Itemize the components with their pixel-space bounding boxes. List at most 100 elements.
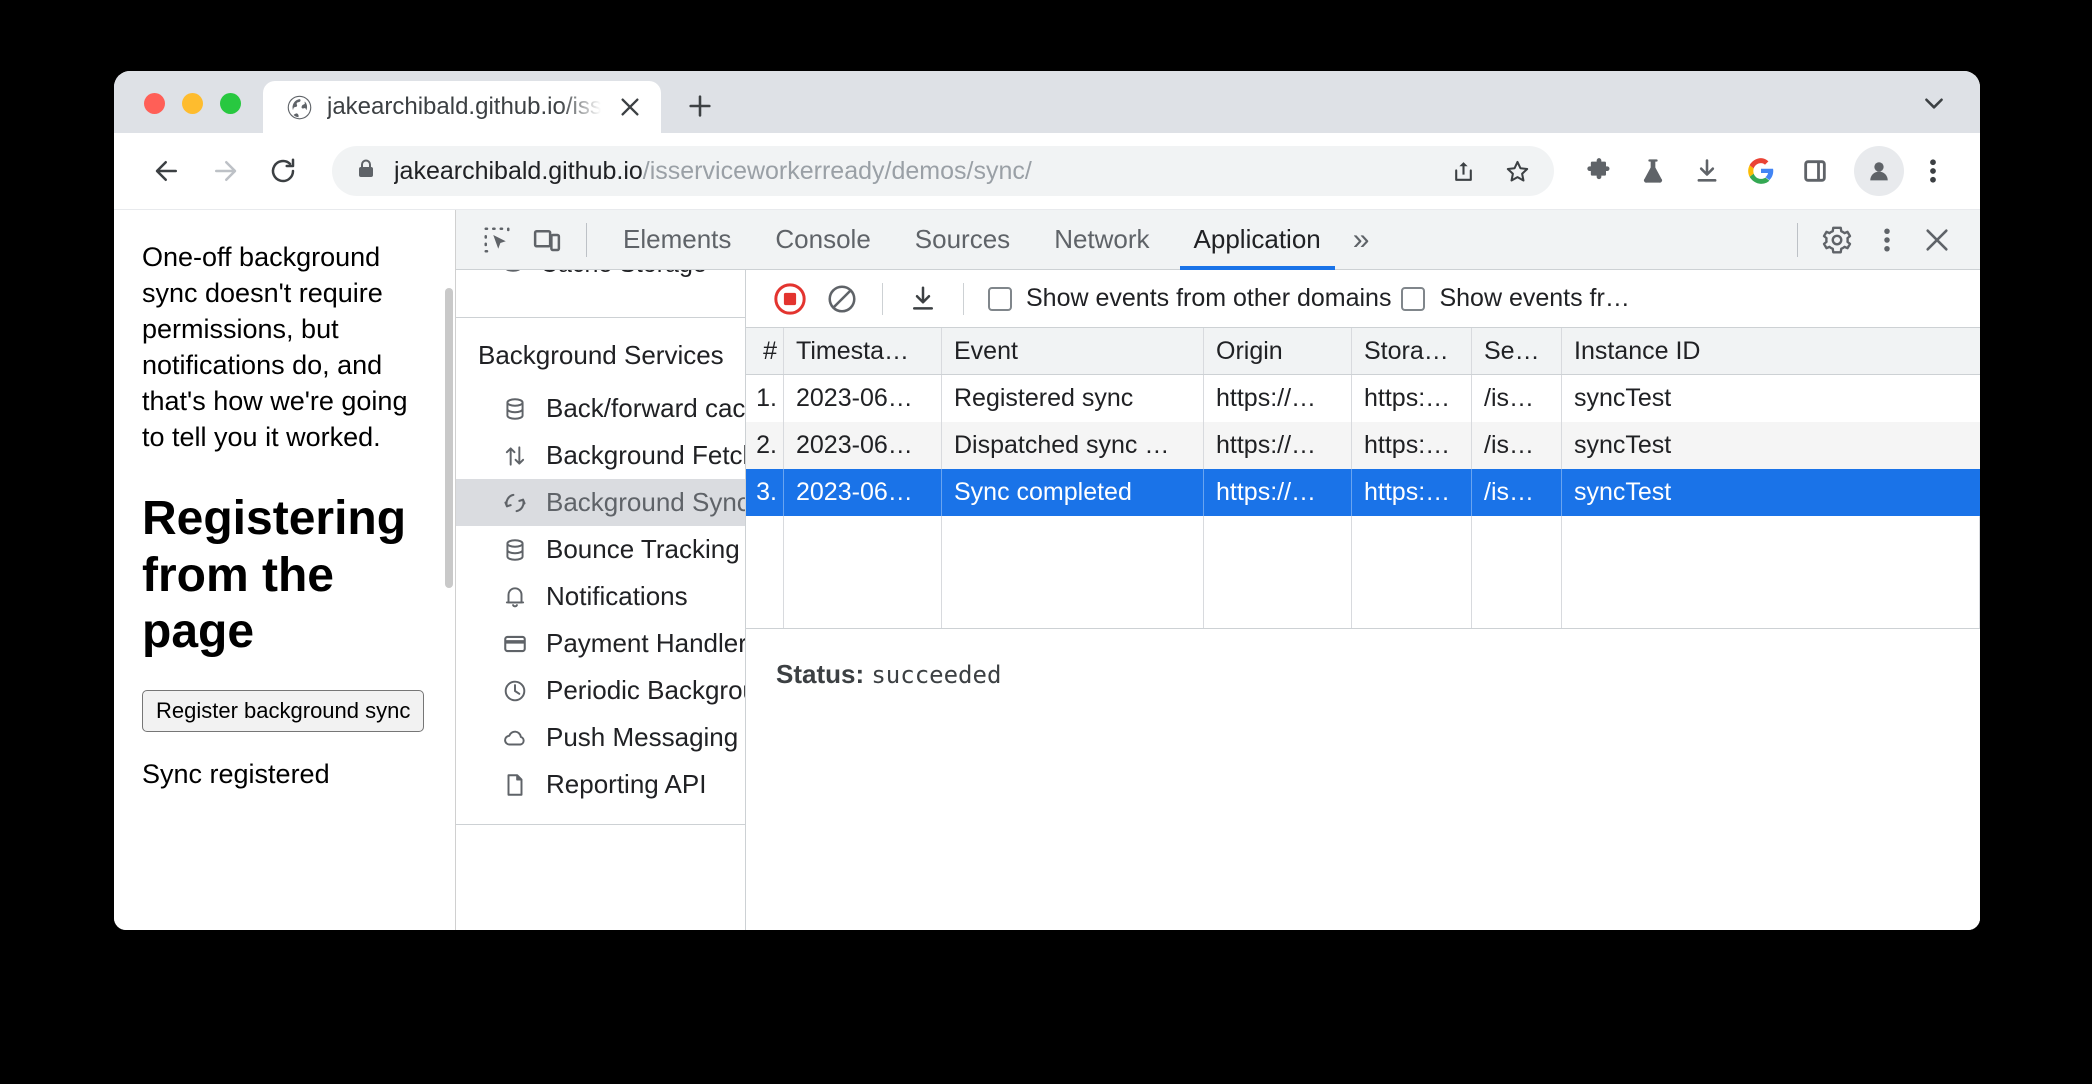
clear-icon[interactable] (816, 273, 868, 325)
zoom-window-button[interactable] (220, 93, 241, 114)
bookmark-star-icon[interactable] (1494, 148, 1540, 194)
empty-cell (784, 516, 942, 628)
empty-cell (1352, 516, 1472, 628)
column-header-event[interactable]: Event (942, 328, 1204, 374)
device-toolbar-icon[interactable] (522, 215, 572, 265)
browser-tab[interactable]: jakearchibald.github.io/isservic (263, 81, 661, 133)
register-background-sync-button[interactable]: Register background sync (142, 689, 425, 732)
cell-instance-id: syncTest (1574, 431, 1672, 459)
clock-icon (500, 676, 530, 706)
more-tabs-button[interactable]: » (1343, 222, 1386, 256)
tab-network[interactable]: Network (1032, 210, 1171, 270)
table-row[interactable]: 3. 2023-06… Sync completed https://… htt… (746, 469, 1980, 516)
cell-storage-key: https:… (1352, 422, 1472, 469)
stop-recording-icon[interactable] (764, 273, 816, 325)
database-icon (500, 394, 530, 424)
devtools-panel: Elements Console Sources Network Applica… (456, 210, 1980, 930)
profile-avatar-icon[interactable] (1854, 146, 1904, 196)
cell-event: Dispatched sync … (942, 422, 1204, 469)
sidebar-item-background-sync[interactable]: Background Sync (456, 479, 745, 526)
table-header-row: # Timesta… Event Origin Stora… Se… Insta… (746, 328, 1980, 375)
sidebar-item-background-fetch[interactable]: Background Fetch (456, 432, 745, 479)
page-status-text: Sync registered (142, 758, 330, 789)
download-icon[interactable] (897, 273, 949, 325)
reload-icon[interactable] (256, 144, 310, 198)
cell-event: Sync completed (942, 469, 1204, 516)
toolbar-divider (963, 282, 964, 315)
background-services-tree: Background Services Back/forward cache (456, 318, 745, 930)
event-detail-panel: Status: succeeded (746, 629, 1980, 930)
database-icon (500, 270, 526, 281)
sidebar-item-notifications[interactable]: Notifications (456, 573, 745, 620)
three-dot-menu-icon[interactable] (1908, 146, 1958, 196)
chevron-down-icon[interactable] (1914, 83, 1954, 123)
extensions-puzzle-icon[interactable] (1574, 146, 1624, 196)
settings-gear-icon[interactable] (1812, 215, 1862, 265)
chevron-double-right-icon: » (1352, 222, 1370, 256)
sidebar-item-bounce-tracking-mitigations[interactable]: Bounce Tracking Mitigations (456, 526, 745, 573)
column-header-origin[interactable]: Origin (1204, 328, 1352, 374)
page-scrollbar[interactable] (445, 288, 453, 588)
minimize-window-button[interactable] (182, 93, 203, 114)
inspect-element-icon[interactable] (472, 215, 522, 265)
side-panel-icon[interactable] (1790, 146, 1840, 196)
omnibox-actions (1440, 148, 1546, 194)
sidebar-item-label: Reporting API (546, 769, 707, 799)
table-row[interactable]: 2. 2023-06… Dispatched sync … https://… … (746, 422, 1980, 469)
column-header-index[interactable]: # (746, 328, 784, 374)
column-header-service-worker-scope[interactable]: Se… (1472, 328, 1562, 374)
sidebar-item-label: Background Fetch (546, 440, 745, 470)
table-row[interactable]: 1. 2023-06… Registered sync https://… ht… (746, 375, 1980, 422)
sidebar-item-payment-handler[interactable]: Payment Handler (456, 620, 745, 667)
checkbox-label: Show events fr… (1439, 284, 1630, 312)
empty-cell (1472, 516, 1562, 628)
cell-event: Registered sync (942, 375, 1204, 422)
three-dot-menu-icon[interactable] (1862, 215, 1912, 265)
address-bar-url: jakearchibald.github.io/isserviceworkerr… (394, 157, 1032, 186)
sidebar-item-periodic-background-sync[interactable]: Periodic Background Sync (456, 667, 745, 714)
cell-storage-key: https:… (1352, 375, 1472, 422)
close-tab-button[interactable] (615, 92, 645, 122)
experiments-flask-icon[interactable] (1628, 146, 1678, 196)
tab-console[interactable]: Console (753, 210, 892, 270)
cell-timestamp: 2023-06… (784, 422, 942, 469)
sidebar-item-reporting-api[interactable]: Reporting API (456, 761, 745, 808)
sidebar-item-cache-storage[interactable]: Cache Storage (456, 270, 745, 281)
sidebar-item-push-messaging[interactable]: Push Messaging (456, 714, 745, 761)
column-header-instance-id[interactable]: Instance ID (1562, 328, 1980, 374)
downloads-icon[interactable] (1682, 146, 1732, 196)
tab-strip: jakearchibald.github.io/isservic (114, 71, 1980, 133)
close-icon[interactable] (1912, 215, 1962, 265)
tab-title: jakearchibald.github.io/isservic (327, 93, 601, 120)
url-path: /isserviceworkerready/demos/sync/ (642, 156, 1032, 185)
google-g-icon[interactable] (1736, 146, 1786, 196)
forward-arrow-icon (198, 144, 252, 198)
close-window-button[interactable] (144, 93, 165, 114)
column-header-storage-key[interactable]: Stora… (1352, 328, 1472, 374)
status-value: succeeded (871, 661, 1002, 689)
sidebar-scrolled-region[interactable]: Cache Storage (456, 270, 745, 318)
cell-service-worker-scope: /is… (1472, 422, 1562, 469)
tab-application[interactable]: Application (1172, 210, 1343, 270)
show-events-other-storage-checkbox[interactable]: Show events fr… (1401, 284, 1630, 313)
tab-label: Elements (623, 224, 732, 254)
tab-sources[interactable]: Sources (893, 210, 1032, 270)
page-heading: Registering from the page (142, 492, 407, 658)
cell-origin: https://… (1204, 469, 1352, 516)
column-header-timestamp[interactable]: Timesta… (784, 328, 942, 374)
share-icon[interactable] (1440, 148, 1486, 194)
tab-elements[interactable]: Elements (601, 210, 753, 270)
back-arrow-icon[interactable] (140, 144, 194, 198)
devtools-body: Cache Storage Background Services Back/f… (456, 270, 1980, 930)
cell-origin: https://… (1204, 375, 1352, 422)
cell-service-worker-scope: /is… (1472, 469, 1562, 516)
document-icon (500, 770, 530, 800)
new-tab-button[interactable] (677, 83, 723, 129)
address-bar[interactable]: jakearchibald.github.io/isserviceworkerr… (332, 146, 1554, 196)
sidebar-item-back-forward-cache[interactable]: Back/forward cache (456, 385, 745, 432)
empty-cell (1562, 516, 1980, 628)
background-sync-panel: Show events from other domains Show even… (746, 270, 1980, 930)
show-events-other-domains-checkbox[interactable]: Show events from other domains (988, 284, 1391, 313)
browser-window: jakearchibald.github.io/isservic (114, 71, 1980, 930)
sidebar-item-label: Bounce Tracking Mitigations (546, 534, 745, 564)
